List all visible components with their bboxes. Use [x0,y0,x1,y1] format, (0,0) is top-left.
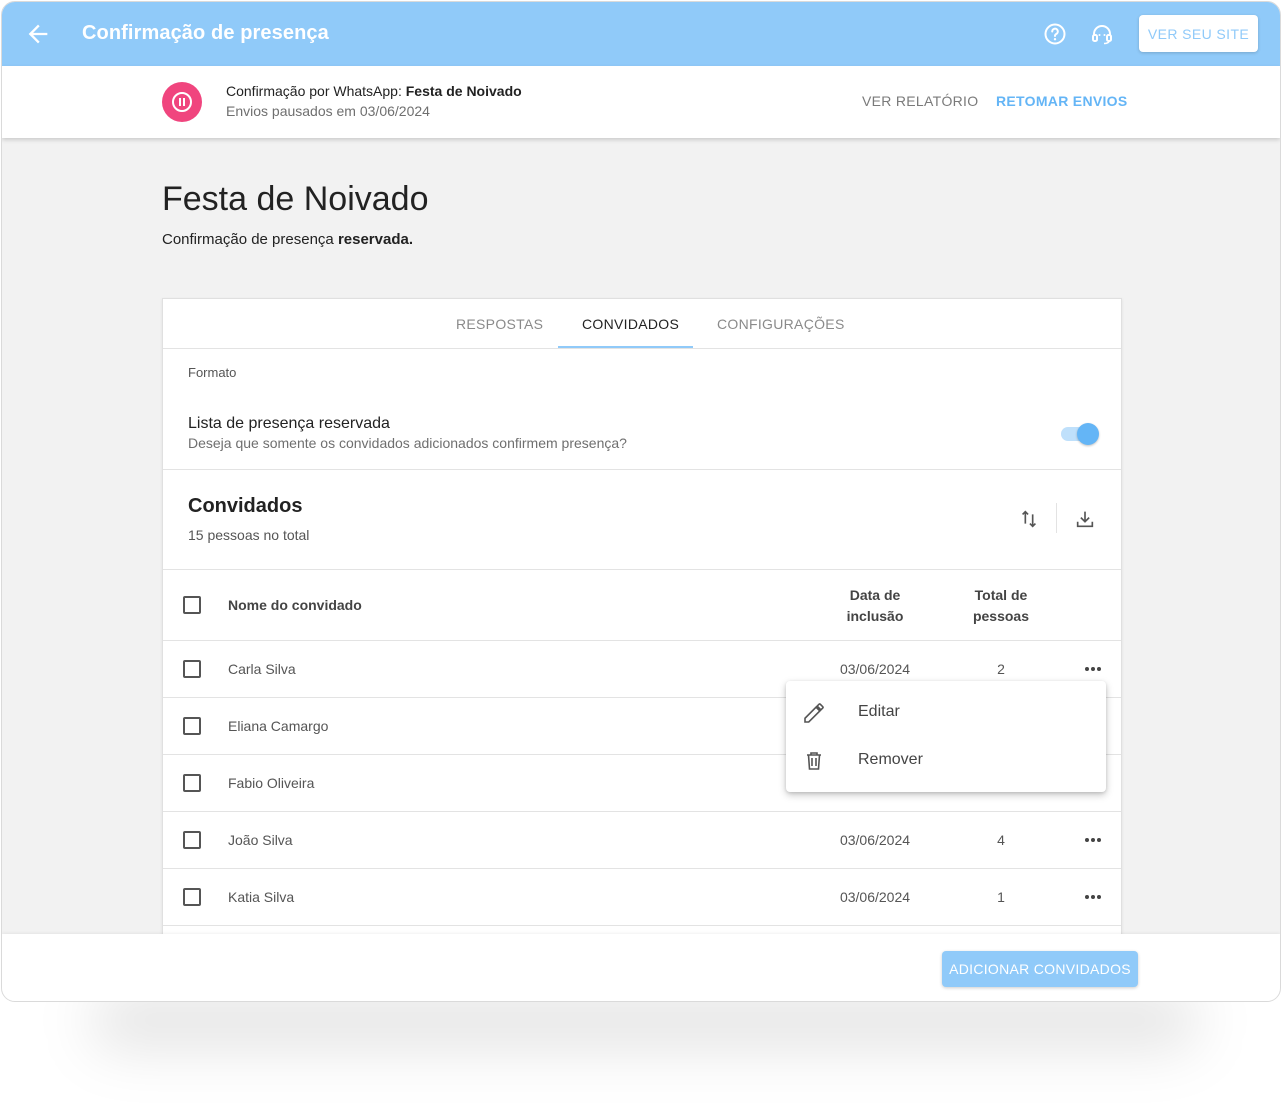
toolbar-separator [1056,503,1057,533]
more-options-icon[interactable] [1082,830,1104,850]
divider [163,569,1121,570]
status-paused-date: Envios pausados em 03/06/2024 [226,103,430,119]
status-title: Confirmação por WhatsApp: Festa de Noiva… [226,83,522,99]
page-subtitle: Confirmação de presença reservada. [162,231,413,248]
help-icon[interactable] [1043,22,1067,46]
pencil-icon [804,703,824,723]
format-label: Formato [188,365,237,380]
subtitle-bold: reservada. [337,231,413,248]
menu-item-label: Remover [858,751,923,768]
view-site-button[interactable]: VER SEU SITE [1139,15,1258,52]
column-header-date-line2: inclusão [846,608,904,624]
guest-name: Katia Silva [228,889,295,905]
pause-icon [172,92,192,112]
guest-name: Eliana Camargo [228,718,329,734]
row-checkbox[interactable] [183,774,201,792]
guest-name: João Silva [228,832,293,848]
tab-bar: RESPOSTAS CONVIDADOS CONFIGURAÇÕES [163,299,1121,349]
app-window: Confirmação de presença VER SEU SITE Con… [1,1,1281,1002]
more-options-icon[interactable] [1082,887,1104,907]
tab-configuracoes[interactable]: CONFIGURAÇÕES [717,316,845,332]
menu-item-remove[interactable]: Remover [786,737,1106,785]
active-tab-indicator [558,346,693,348]
add-guests-button[interactable]: ADICIONAR CONVIDADOS [942,951,1138,987]
guest-date: 03/06/2024 [839,661,911,677]
download-icon[interactable] [1074,508,1096,530]
app-title: Confirmação de presença [82,22,329,44]
more-options-icon[interactable] [1082,659,1104,679]
page-title: Festa de Noivado [162,180,429,218]
guest-date: 03/06/2024 [839,832,911,848]
app-bar: Confirmação de presença VER SEU SITE [2,2,1280,66]
column-header-name: Nome do convidado [228,597,362,613]
bottom-action-bar: ADICIONAR CONVIDADOS [2,934,1280,1001]
menu-item-edit[interactable]: Editar [786,689,1106,737]
column-header-total-line1: Total de [974,587,1028,603]
guest-name: Carla Silva [228,661,296,677]
divider [163,469,1121,470]
reserved-list-toggle[interactable] [1061,423,1099,445]
guests-count: 15 pessoas no total [188,527,310,543]
select-all-checkbox[interactable] [183,596,201,614]
pause-status-badge [162,82,202,122]
resume-sending-button[interactable]: RETOMAR ENVIOS [996,93,1128,109]
table-row[interactable]: João Silva 03/06/2024 4 [163,811,1121,868]
reserved-list-title: Lista de presença reservada [188,415,390,432]
row-checkbox[interactable] [183,717,201,735]
subtitle-text: Confirmação de presença [162,231,338,248]
status-channel: Confirmação por WhatsApp: [226,83,406,99]
tab-respostas[interactable]: RESPOSTAS [456,316,543,332]
column-header-date: Data de inclusão [835,585,915,627]
view-report-button[interactable]: VER RELATÓRIO [862,93,978,109]
row-checkbox[interactable] [183,888,201,906]
guest-total: 4 [997,832,1005,848]
tab-convidados[interactable]: CONVIDADOS [582,316,679,332]
sending-status-bar: Confirmação por WhatsApp: Festa de Noiva… [2,66,1280,138]
sort-icon[interactable] [1018,508,1040,530]
trash-icon [807,752,821,770]
row-context-menu: Editar Remover [786,681,1106,792]
column-header-total: Total de pessoas [961,585,1041,627]
row-checkbox[interactable] [183,831,201,849]
guest-name: Fabio Oliveira [228,775,315,791]
guest-total: 1 [997,889,1005,905]
table-row[interactable]: Katia Silva 03/06/2024 1 [163,868,1121,925]
toggle-thumb [1077,423,1099,445]
column-header-date-line1: Data de [849,587,901,603]
guest-total: 2 [997,661,1005,677]
row-checkbox[interactable] [183,660,201,678]
status-event-name: Festa de Noivado [405,83,522,99]
column-header-total-line2: pessoas [972,608,1030,624]
guests-section-title: Convidados [188,495,303,517]
guests-card: RESPOSTAS CONVIDADOS CONFIGURAÇÕES Forma… [162,298,1122,998]
back-arrow-icon[interactable] [24,20,52,48]
menu-item-label: Editar [858,703,900,720]
reserved-list-description: Deseja que somente os convidados adicion… [188,435,627,451]
guest-date: 03/06/2024 [839,889,911,905]
support-icon[interactable] [1090,22,1114,46]
